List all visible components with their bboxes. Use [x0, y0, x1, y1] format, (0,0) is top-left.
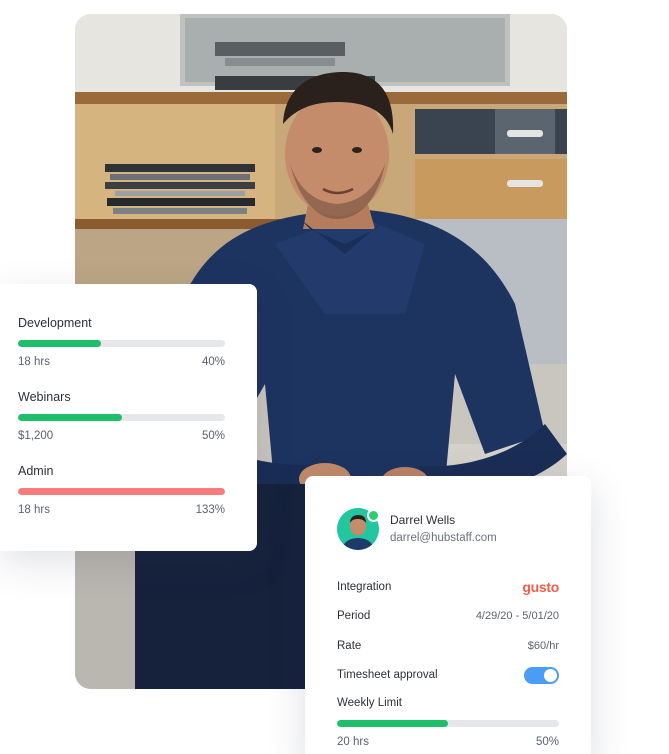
budget-item-webinars[interactable]: Webinars $1,200 50% — [18, 390, 225, 443]
budget-amount: 18 hrs — [18, 504, 50, 516]
budget-item-admin[interactable]: Admin 18 hrs 133% — [18, 464, 225, 517]
budget-progress-bar — [18, 488, 225, 495]
budget-progress-fill — [18, 414, 122, 421]
timesheet-approval-row: Timesheet approval — [337, 666, 559, 684]
budget-progress-fill — [18, 488, 225, 495]
budget-progress-bar — [18, 340, 225, 347]
budget-item-development[interactable]: Development 18 hrs 40% — [18, 316, 225, 369]
budget-progress-fill — [18, 340, 101, 347]
weekly-limit-progress-fill — [337, 720, 448, 727]
period-value: 4/29/20 - 5/01/20 — [475, 610, 559, 622]
rate-row: Rate $60/hr — [337, 638, 559, 653]
budget-progress-bar — [18, 414, 225, 421]
timesheet-approval-toggle[interactable] — [524, 666, 559, 684]
avatar — [337, 508, 380, 550]
integration-row: Integration gusto — [337, 579, 559, 595]
weekly-limit-progress-bar — [337, 720, 559, 727]
budget-percent: 50% — [201, 430, 225, 442]
weekly-limit-label: Weekly Limit — [337, 697, 402, 709]
rate-label: Rate — [337, 639, 362, 652]
user-row[interactable]: Darrel Wells darrel@hubstaff.com — [337, 508, 559, 550]
budget-name: Development — [18, 316, 92, 330]
budget-name: Admin — [18, 464, 54, 478]
user-email: darrel@hubstaff.com — [390, 532, 497, 544]
toggle-knob — [544, 668, 557, 682]
rate-value: $60/hr — [527, 639, 559, 652]
budget-name: Webinars — [18, 390, 71, 404]
weekly-limit-percent: 50% — [535, 736, 559, 748]
payroll-card: Darrel Wells darrel@hubstaff.com Integra… — [305, 476, 591, 754]
budget-percent: 40% — [201, 356, 225, 368]
budget-amount: $1,200 — [18, 430, 54, 442]
timesheet-approval-label: Timesheet approval — [337, 669, 438, 681]
budget-amount: 18 hrs — [18, 356, 50, 368]
weekly-limit-amount: 20 hrs — [337, 736, 369, 748]
period-row: Period 4/29/20 - 5/01/20 — [337, 609, 559, 624]
online-status-dot — [367, 509, 380, 522]
integration-label: Integration — [337, 580, 392, 593]
budget-percent: 133% — [195, 504, 225, 516]
project-budget-card: Development 18 hrs 40% Webinars $1,200 5… — [0, 284, 257, 551]
period-label: Period — [337, 610, 371, 622]
user-name: Darrel Wells — [390, 513, 456, 527]
gusto-logo[interactable]: gusto — [522, 579, 559, 595]
